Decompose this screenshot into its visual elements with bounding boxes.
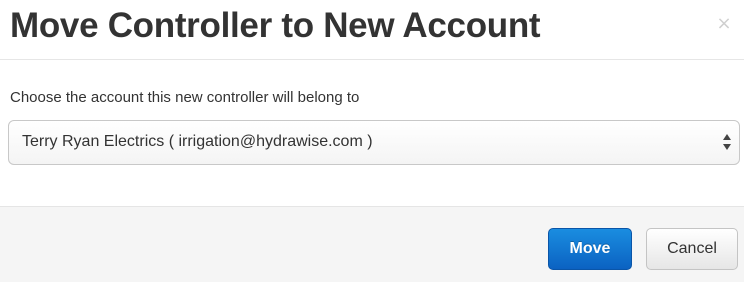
account-select-label: Choose the account this new controller w… bbox=[10, 89, 360, 106]
account-select[interactable]: Terry Ryan Electrics ( irrigation@hydraw… bbox=[8, 120, 740, 165]
close-icon: × bbox=[716, 13, 732, 34]
move-controller-dialog: Move Controller to New Account × Choose … bbox=[0, 0, 744, 282]
move-button[interactable]: Move bbox=[548, 228, 632, 270]
dialog-title: Move Controller to New Account bbox=[10, 6, 541, 45]
dialog-header: Move Controller to New Account × bbox=[0, 0, 744, 60]
select-arrows-icon bbox=[723, 134, 731, 150]
dialog-body: Choose the account this new controller w… bbox=[0, 60, 744, 206]
close-button[interactable]: × bbox=[712, 12, 736, 36]
account-select-value: Terry Ryan Electrics ( irrigation@hydraw… bbox=[22, 133, 373, 150]
cancel-button[interactable]: Cancel bbox=[646, 228, 738, 270]
dialog-footer: Move Cancel bbox=[0, 206, 744, 282]
